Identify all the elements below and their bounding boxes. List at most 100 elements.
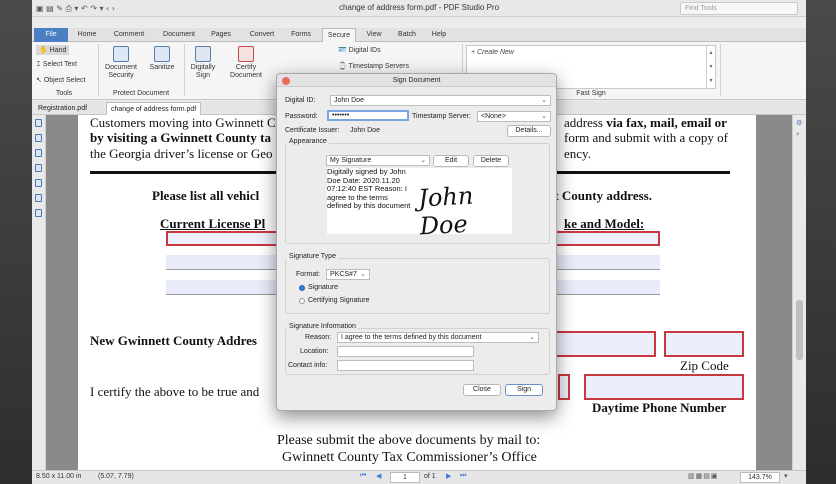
daytime-phone-field[interactable]	[584, 374, 744, 400]
gallery-scroll[interactable]: ▴ ▾ ▾	[706, 46, 715, 88]
zoom-dropdown-icon[interactable]: ▾	[784, 472, 788, 480]
signature-image: John Doe	[417, 181, 474, 241]
timestamp-server-select[interactable]: <None> ⌄	[477, 111, 551, 122]
view-mode-icons[interactable]: ▥▦▤▣	[688, 472, 718, 480]
object-select-button[interactable]: ↖ Object Select	[36, 76, 85, 84]
doc-line-2-right: form and submit with a copy of	[564, 130, 728, 145]
dialog-close-icon[interactable]	[282, 77, 290, 85]
certify-document-button[interactable]: Certify Document	[224, 46, 268, 80]
desktop-right	[806, 0, 836, 484]
layers-panel-icon[interactable]	[35, 179, 42, 187]
cursor-coords: (5.07, 7.79)	[98, 473, 134, 480]
create-new-signature[interactable]: + Create New	[471, 49, 514, 56]
timestamp-servers-button[interactable]: ⌚ Timestamp Servers	[338, 62, 409, 70]
contact-info-input[interactable]	[337, 360, 474, 371]
document-security-button[interactable]: Document Security	[102, 46, 140, 80]
dialog-title: Sign Document	[277, 74, 556, 87]
tools-group-title: Tools	[55, 90, 73, 97]
page-count: of 1	[424, 473, 436, 480]
tab-pages[interactable]: Pages	[206, 28, 236, 42]
status-bar: 8.50 x 11.00 in (5.07, 7.79) ⏮ ◀ 1 of 1 …	[32, 470, 806, 484]
signature-radio[interactable]	[299, 285, 305, 291]
find-tools-input[interactable]: Find Tools	[680, 2, 798, 15]
format-label: Format:	[296, 271, 321, 278]
tab-comment[interactable]: Comment	[108, 28, 150, 42]
doc-line-3: the Georgia driver’s license or Geo	[90, 146, 273, 161]
signature-preview-text: Digitally signed by John Doe Date: 2020.…	[327, 167, 411, 210]
digital-id-select[interactable]: John Doe ⌄	[330, 95, 551, 106]
appearance-select[interactable]: My Signature ⌄	[326, 155, 430, 166]
tab-file[interactable]: File	[34, 28, 68, 42]
prev-page-icon[interactable]: ◀	[376, 472, 381, 480]
bookmarks-panel-icon[interactable]	[35, 134, 42, 142]
digital-sign-icon	[195, 46, 211, 62]
certify-text: I certify the above to be true and	[90, 384, 260, 399]
reason-select[interactable]: I agree to the terms defined by this doc…	[337, 332, 539, 343]
doc-line-3-right: ency.	[564, 146, 591, 161]
select-text-button[interactable]: 𝙸 Select Text	[36, 61, 77, 69]
first-page-icon[interactable]: ⏮	[360, 472, 366, 480]
close-button[interactable]: Close	[463, 384, 501, 396]
tab-secure[interactable]: Secure	[322, 28, 356, 42]
details-button[interactable]: Details...	[507, 125, 551, 137]
chevron-down-icon: ⌄	[529, 334, 535, 341]
quick-access-icons[interactable]: ▣ ▤ ✎ ⎙ ▾ ↶ ↷ ▾ ‹ ›	[36, 4, 115, 14]
sign-document-dialog: Sign Document Digital ID: John Doe ⌄ Pass…	[276, 73, 557, 411]
signature-info-label: Signature Information	[287, 323, 358, 330]
hand-tool-button[interactable]: ✋ Hand	[36, 45, 70, 55]
make-model-header: ke and Model:	[564, 216, 645, 231]
signature-field-edge[interactable]	[558, 374, 570, 400]
tab-home[interactable]: Home	[70, 28, 104, 42]
edit-appearance-button[interactable]: Edit	[433, 155, 469, 167]
zip-field[interactable]	[664, 331, 744, 357]
sanitize-button[interactable]: Sanitize	[144, 46, 180, 72]
doc-line-2: by visiting a Gwinnett County ta	[90, 130, 271, 145]
zip-code-label: Zip Code	[680, 358, 729, 373]
tab-forms[interactable]: Forms	[286, 28, 316, 42]
last-page-icon[interactable]: ⏭	[460, 472, 466, 480]
vehicles-heading: Please list all vehicl	[152, 188, 260, 203]
chevron-down-icon: ⌄	[360, 271, 366, 278]
chevron-down-icon: ⌄	[541, 113, 547, 120]
digitally-sign-button[interactable]: Digitally Sign	[186, 46, 220, 80]
next-page-icon[interactable]: ▶	[446, 472, 451, 480]
tab-batch[interactable]: Batch	[392, 28, 422, 42]
doc-tab-change-of-address[interactable]: change of address form.pdf	[106, 102, 202, 115]
tab-document[interactable]: Document	[156, 28, 202, 42]
title-bar: change of address form.pdf - PDF Studio …	[32, 0, 806, 17]
reason-label: Reason:	[305, 334, 332, 341]
city-field[interactable]	[554, 331, 656, 357]
fields-panel-icon[interactable]	[35, 194, 42, 202]
doc-line-1: Customers moving into Gwinnett C	[90, 115, 276, 130]
tab-view[interactable]: View	[360, 28, 388, 42]
search-panel-icon[interactable]	[35, 209, 42, 217]
sign-button[interactable]: Sign	[505, 384, 543, 396]
digital-ids-button[interactable]: 🪪 Digital IDs	[338, 46, 381, 54]
comments-panel-icon[interactable]	[35, 149, 42, 157]
page-number-input[interactable]: 1	[390, 472, 420, 483]
location-input[interactable]	[337, 346, 474, 357]
tab-help[interactable]: Help	[426, 28, 452, 42]
signature-radio-label: Signature	[308, 284, 338, 291]
right-sidebar: ⚙ ⌕	[792, 115, 806, 470]
desktop-left	[0, 0, 32, 484]
pages-panel-icon[interactable]	[35, 119, 42, 127]
zoom-panel-icon[interactable]: ⌕	[796, 131, 800, 139]
vertical-scrollbar[interactable]	[796, 300, 803, 360]
license-plate-header: Current License Pl	[160, 216, 266, 231]
sanitize-icon	[154, 46, 170, 62]
digital-id-label: Digital ID:	[285, 97, 316, 104]
doc-tab-registration[interactable]: Registration.pdf	[34, 102, 91, 115]
certifying-signature-radio[interactable]	[299, 298, 305, 304]
left-sidebar	[32, 115, 46, 470]
properties-panel-icon[interactable]: ⚙	[796, 119, 802, 127]
password-field[interactable]: •••••••	[327, 110, 409, 121]
chevron-down-icon: ⌄	[541, 97, 547, 104]
format-select[interactable]: PKCS#7 ⌄	[326, 269, 370, 280]
delete-appearance-button[interactable]: Delete	[473, 155, 509, 167]
zoom-level[interactable]: 143.7%	[740, 472, 780, 483]
tab-convert[interactable]: Convert	[242, 28, 282, 42]
attachments-panel-icon[interactable]	[35, 164, 42, 172]
certify-icon	[238, 46, 254, 62]
ribbon-tabs: File Home Comment Document Pages Convert…	[32, 28, 806, 42]
